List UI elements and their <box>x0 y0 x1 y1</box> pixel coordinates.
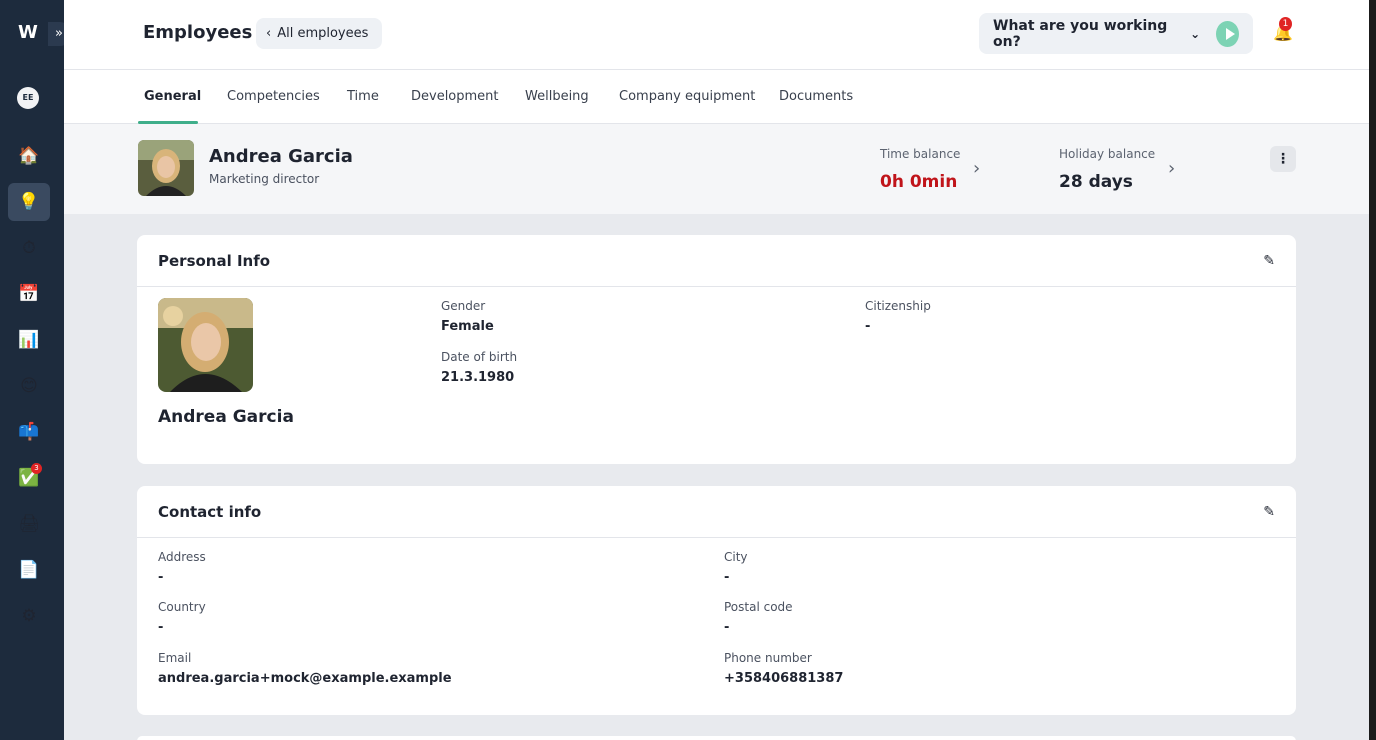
working-on-label: What are you working on? <box>993 17 1168 50</box>
profile-photo <box>138 140 194 196</box>
page-title: Employees <box>143 22 253 43</box>
employee-role: Marketing director <box>209 172 320 186</box>
tab-general[interactable]: General <box>144 89 201 104</box>
address-label: Address <box>158 550 206 564</box>
time-balance-arrow-icon[interactable]: › <box>973 158 980 179</box>
citizenship-label: Citizenship <box>865 299 931 313</box>
holiday-balance-value: 28 days <box>1059 172 1133 192</box>
phone-value: +358406881387 <box>724 671 844 686</box>
top-header: Employees ‹ All employees What are you w… <box>64 0 1369 70</box>
gender-value: Female <box>441 319 494 334</box>
tab-documents[interactable]: Documents <box>779 89 853 104</box>
contact-info-title: Contact info <box>158 502 262 521</box>
contact-info-header: Contact info ✎ <box>137 486 1296 538</box>
tab-development[interactable]: Development <box>411 89 499 104</box>
play-icon[interactable] <box>1216 20 1239 47</box>
printer-icon[interactable]: 🖨 <box>8 505 50 543</box>
next-card <box>137 736 1296 740</box>
window-edge <box>1369 0 1376 740</box>
working-on-dropdown[interactable]: What are you working on? ⌄ <box>979 13 1253 54</box>
gender-label: Gender <box>441 299 486 313</box>
edit-personal-info-icon[interactable]: ✎ <box>1263 253 1275 269</box>
profile-summary: Andrea Garcia Marketing director Time ba… <box>64 124 1369 214</box>
personal-photo <box>158 298 253 392</box>
personal-info-card: Personal Info ✎ Andrea Garcia Gender Fem… <box>137 235 1296 464</box>
user-avatar[interactable]: EE <box>17 87 39 109</box>
mailbox-icon[interactable]: 📫 <box>8 413 50 451</box>
country-label: Country <box>158 600 206 614</box>
all-employees-label: All employees <box>277 26 369 41</box>
address-value: - <box>158 570 164 585</box>
tasks-icon[interactable]: ✅ 3 <box>8 459 50 497</box>
postal-code-label: Postal code <box>724 600 793 614</box>
phone-label: Phone number <box>724 651 812 665</box>
dob-label: Date of birth <box>441 350 518 364</box>
personal-name: Andrea Garcia <box>158 407 294 427</box>
reports-icon[interactable]: 📊 <box>8 321 50 359</box>
notification-badge: 1 <box>1279 17 1292 31</box>
tab-time[interactable]: Time <box>347 89 379 104</box>
timer-icon[interactable]: ⏱ <box>8 229 50 267</box>
tab-company-equipment[interactable]: Company equipment <box>619 89 755 104</box>
email-value: andrea.garcia+mock@example.example <box>158 671 452 686</box>
personal-info-title: Personal Info <box>158 251 271 270</box>
time-balance-value: 0h 0min <box>880 172 958 192</box>
tab-wellbeing[interactable]: Wellbeing <box>525 89 589 104</box>
contact-info-card: Contact info ✎ Address - Country - Email… <box>137 486 1296 715</box>
personal-info-header: Personal Info ✎ <box>137 235 1296 287</box>
tab-bar: General Competencies Time Development We… <box>64 70 1369 124</box>
email-label: Email <box>158 651 192 665</box>
all-employees-button[interactable]: ‹ All employees <box>256 18 383 49</box>
chevron-left-icon: ‹ <box>266 26 272 41</box>
dob-value: 21.3.1980 <box>441 370 515 385</box>
city-value: - <box>724 570 730 585</box>
more-options-icon[interactable]: ⋮ <box>1270 146 1296 172</box>
calendar-icon[interactable]: 📅 <box>8 275 50 313</box>
citizenship-value: - <box>865 319 871 334</box>
country-value: - <box>158 620 164 635</box>
holiday-balance-label: Holiday balance <box>1059 147 1156 161</box>
sidebar: W » EE 🏠 💡 ⏱ 📅 📊 😊 📫 ✅ 3 🖨 📄 ⚙ <box>0 0 70 740</box>
settings-icon[interactable]: ⚙ <box>8 597 50 635</box>
time-balance-label: Time balance <box>880 147 961 161</box>
edit-contact-info-icon[interactable]: ✎ <box>1263 504 1275 520</box>
home-icon[interactable]: 🏠 <box>8 137 50 175</box>
city-label: City <box>724 550 748 564</box>
holiday-balance-arrow-icon[interactable]: › <box>1168 158 1175 179</box>
chevron-down-icon: ⌄ <box>1190 26 1201 41</box>
employees-icon[interactable]: 💡 <box>8 183 50 221</box>
wellbeing-icon[interactable]: 😊 <box>8 367 50 405</box>
tasks-badge: 3 <box>31 463 42 474</box>
postal-code-value: - <box>724 620 730 635</box>
employee-name: Andrea Garcia <box>209 146 353 167</box>
tab-competencies[interactable]: Competencies <box>227 89 320 104</box>
document-icon[interactable]: 📄 <box>8 551 50 589</box>
app-logo[interactable]: W <box>18 22 38 43</box>
